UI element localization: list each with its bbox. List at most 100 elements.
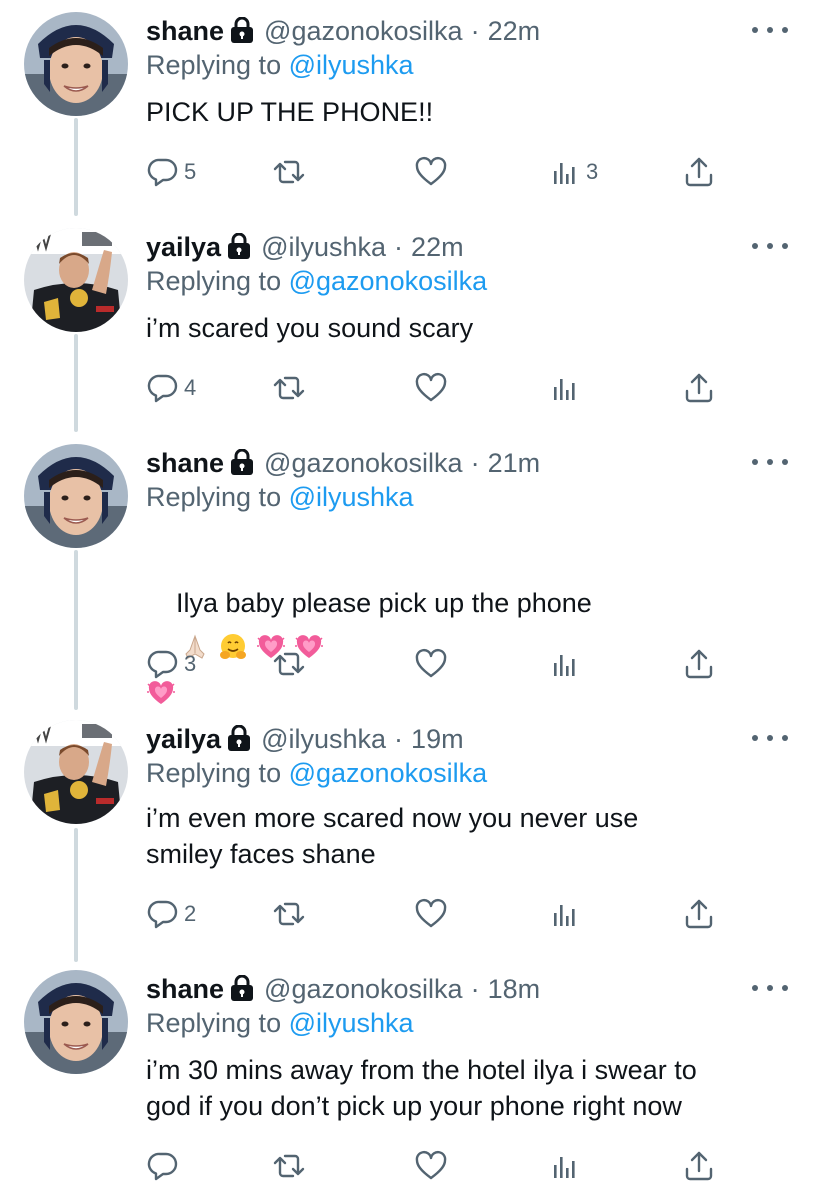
- display-name[interactable]: shane: [146, 16, 224, 47]
- reply-icon: [146, 371, 180, 405]
- tweet-text: PICK UP THE PHONE!!: [146, 97, 434, 127]
- mention-link[interactable]: @gazonokosilka: [289, 758, 488, 788]
- tweet-text: i’m scared you sound scary: [146, 313, 474, 343]
- heart-icon: [414, 897, 448, 931]
- reply-button[interactable]: 4: [146, 368, 196, 408]
- reply-count: 2: [184, 901, 197, 926]
- share-icon: [682, 897, 716, 931]
- views-count: 3: [586, 159, 599, 184]
- avatar[interactable]: [24, 970, 128, 1074]
- replying-to: Replying to @ilyushka: [146, 1008, 414, 1039]
- reply-icon: [146, 897, 180, 931]
- replying-to-label: Replying to: [146, 758, 289, 788]
- more-icon[interactable]: [752, 20, 788, 40]
- username[interactable]: @ilyushka: [261, 724, 386, 755]
- mention-link[interactable]: @gazonokosilka: [289, 266, 488, 296]
- tweet-text: i’m 30 mins away from the hotel ilya i s…: [146, 1055, 697, 1121]
- action-bar: 5 3: [146, 152, 726, 192]
- display-name[interactable]: shane: [146, 448, 224, 479]
- more-icon[interactable]: [752, 728, 788, 748]
- retweet-button[interactable]: [272, 152, 306, 192]
- tweet[interactable]: yailya @ilyushka · 22m Replying to @gazo…: [0, 228, 816, 428]
- like-button[interactable]: [414, 152, 448, 192]
- retweet-button[interactable]: [272, 1146, 306, 1186]
- action-bar: [146, 1146, 726, 1186]
- tweet[interactable]: shane @gazonokosilka · 22m Replying to @…: [0, 12, 816, 212]
- retweet-button[interactable]: [272, 368, 306, 408]
- retweet-icon: [272, 897, 306, 931]
- action-bar: 2: [146, 894, 726, 934]
- timestamp[interactable]: 22m: [411, 232, 464, 263]
- replying-to: Replying to @ilyushka: [146, 50, 414, 81]
- timestamp[interactable]: 19m: [411, 724, 464, 755]
- avatar[interactable]: [24, 720, 128, 824]
- display-name[interactable]: yailya: [146, 724, 221, 755]
- share-button[interactable]: [682, 894, 716, 934]
- display-name[interactable]: yailya: [146, 232, 221, 263]
- views-icon: [548, 155, 582, 189]
- tweet-header: shane @gazonokosilka · 18m: [146, 970, 540, 1008]
- reply-button[interactable]: 2: [146, 894, 196, 934]
- like-button[interactable]: [414, 1146, 448, 1186]
- like-button[interactable]: [414, 644, 448, 684]
- username[interactable]: @gazonokosilka: [264, 16, 463, 47]
- views-button[interactable]: [548, 894, 586, 934]
- replying-to-label: Replying to: [146, 1008, 289, 1038]
- views-button[interactable]: [548, 1146, 586, 1186]
- action-bar: 4: [146, 368, 726, 408]
- tweet-header: shane @gazonokosilka · 21m: [146, 444, 540, 482]
- mention-link[interactable]: @ilyushka: [289, 50, 414, 80]
- more-icon[interactable]: [752, 452, 788, 472]
- timestamp[interactable]: 22m: [488, 16, 541, 47]
- tweet-text: Ilya baby please pick up the phone: [176, 588, 592, 618]
- reply-icon: [146, 647, 180, 681]
- reply-icon: [146, 155, 180, 189]
- tweet[interactable]: shane @gazonokosilka · 21m Replying to @…: [0, 444, 816, 704]
- views-icon: [548, 897, 582, 931]
- retweet-icon: [272, 1149, 306, 1183]
- lock-icon: [230, 975, 254, 1001]
- like-button[interactable]: [414, 894, 448, 934]
- display-name[interactable]: shane: [146, 974, 224, 1005]
- separator-dot: ·: [394, 231, 404, 262]
- avatar[interactable]: [24, 228, 128, 332]
- reply-button[interactable]: 3: [146, 644, 196, 684]
- tweet[interactable]: shane @gazonokosilka · 18m Replying to @…: [0, 970, 816, 1198]
- heart-icon: [414, 155, 448, 189]
- tweet[interactable]: yailya @ilyushka · 19m Replying to @gazo…: [0, 720, 816, 950]
- avatar[interactable]: [24, 444, 128, 548]
- views-button[interactable]: 3: [548, 152, 598, 192]
- timestamp[interactable]: 18m: [488, 974, 541, 1005]
- more-icon[interactable]: [752, 236, 788, 256]
- heart-icon: [414, 647, 448, 681]
- mention-link[interactable]: @ilyushka: [289, 482, 414, 512]
- tweet-header: shane @gazonokosilka · 22m: [146, 12, 540, 50]
- reply-button[interactable]: 5: [146, 152, 196, 192]
- tweet-header: yailya @ilyushka · 19m: [146, 720, 464, 758]
- separator-dot: ·: [394, 723, 404, 754]
- username[interactable]: @gazonokosilka: [264, 448, 463, 479]
- reply-icon: [146, 1149, 180, 1183]
- retweet-button[interactable]: [272, 894, 306, 934]
- reply-count: 3: [184, 651, 197, 676]
- username[interactable]: @gazonokosilka: [264, 974, 463, 1005]
- tweet-header: yailya @ilyushka · 22m: [146, 228, 464, 266]
- timestamp[interactable]: 21m: [488, 448, 541, 479]
- reply-button[interactable]: [146, 1146, 184, 1186]
- lock-icon: [227, 233, 251, 259]
- avatar[interactable]: [24, 12, 128, 116]
- retweet-button[interactable]: [272, 644, 306, 684]
- mention-link[interactable]: @ilyushka: [289, 1008, 414, 1038]
- share-button[interactable]: [682, 1146, 716, 1186]
- share-button[interactable]: [682, 152, 716, 192]
- views-button[interactable]: [548, 644, 586, 684]
- share-button[interactable]: [682, 368, 716, 408]
- replying-to-label: Replying to: [146, 266, 289, 296]
- retweet-icon: [272, 155, 306, 189]
- share-button[interactable]: [682, 644, 716, 684]
- username[interactable]: @ilyushka: [261, 232, 386, 263]
- views-button[interactable]: [548, 368, 586, 408]
- separator-dot: ·: [470, 447, 480, 478]
- more-icon[interactable]: [752, 978, 788, 998]
- like-button[interactable]: [414, 368, 448, 408]
